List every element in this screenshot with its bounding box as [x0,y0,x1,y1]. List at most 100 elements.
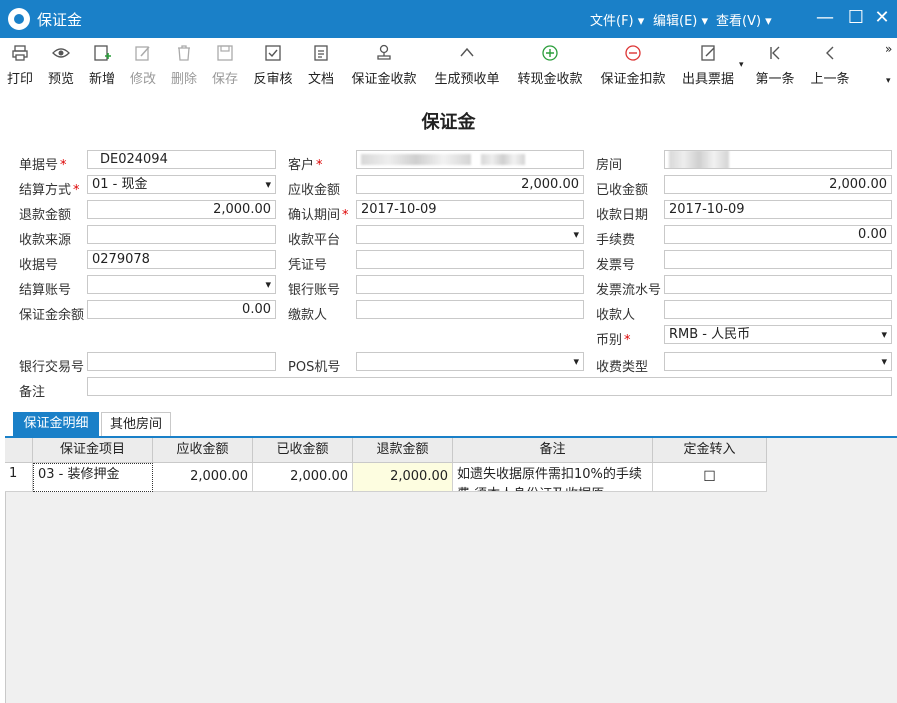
issue-receipt-button[interactable]: 出具票据 [679,44,737,90]
confirm-period-field[interactable]: 2017-10-09 [356,200,584,219]
close-icon[interactable]: ✕ [870,6,894,30]
pos-no-select[interactable] [356,352,584,371]
menu-file[interactable]: 文件(F) ▾ [590,10,644,29]
bank-account-label: 银行账号 [288,283,341,298]
menu-view[interactable]: 查看(V) ▾ [716,10,772,29]
settle-method-select[interactable]: 01 - 现金 [87,175,276,194]
grid-cell-receivable[interactable]: 2,000.00 [153,463,253,492]
currency-select[interactable]: RMB - 人民币 [664,325,892,344]
unaudit-button[interactable]: 反审核 [250,44,296,90]
save-icon [217,45,233,61]
prev-icon [826,46,834,60]
receivable-label: 应收金额 [288,183,341,198]
receive-platform-label: 收款平台 [288,233,341,248]
voucher-no-field[interactable] [356,250,584,269]
receive-source-field[interactable] [87,225,276,244]
toolbar-overflow-icon[interactable]: » [885,42,892,56]
receipt-no-field[interactable]: 0279078 [87,250,276,269]
invoice-serial-field[interactable] [664,275,892,294]
delete-button[interactable]: 删除 [168,44,200,90]
edit-icon [135,46,150,61]
doc-no-field[interactable]: DE024094 [87,150,276,169]
room-label: 房间 [596,158,623,173]
save-button[interactable]: 保存 [209,44,241,90]
bank-txn-label: 银行交易号 [19,360,85,375]
refund-label: 退款金额 [19,208,72,223]
col-header-transfer[interactable]: 定金转入 [653,438,767,463]
tab-other-rooms[interactable]: 其他房间 [101,412,171,436]
preview-button[interactable]: 预览 [45,44,77,90]
document-button[interactable]: 文档 [305,44,337,90]
received-label: 已收金额 [596,183,649,198]
grid-cell-remark[interactable]: 如遗失收据原件需扣10%的手续费,须本人身份证及收据原 [453,463,653,492]
tab-deposit-detail[interactable]: 保证金明细 [13,412,99,436]
col-header-item[interactable]: 保证金项目 [33,438,153,463]
minus-circle-icon [625,45,641,61]
settle-account-label: 结算账号 [19,283,72,298]
invoice-no-label: 发票号 [596,258,636,273]
fee-field[interactable]: 0.00 [664,225,892,244]
col-header-refund[interactable]: 退款金额 [353,438,453,463]
payer-label: 缴款人 [288,308,328,323]
receive-date-label: 收款日期 [596,208,649,223]
print-button[interactable]: 打印 [4,44,36,90]
deposit-balance-label: 保证金余额 [19,308,85,323]
bank-txn-field[interactable] [87,352,276,371]
previous-record-button[interactable]: 上一条 [809,44,851,90]
pos-no-label: POS机号 [288,360,341,375]
payee-field[interactable] [664,300,892,319]
issue-receipt-dropdown-icon[interactable]: ▾ [739,60,744,70]
grid-cell-received[interactable]: 2,000.00 [253,463,353,492]
grid-cell-refund[interactable]: 2,000.00 [353,463,453,492]
grid-cell-item[interactable]: 03 - 装修押金 [33,463,153,492]
to-cash-receive-button[interactable]: 转现金收款 [515,44,585,90]
settle-method-label: 结算方式 * [19,183,80,198]
customer-label: 客户 * [288,158,323,173]
fee-type-label: 收费类型 [596,360,649,375]
add-button[interactable]: 新增 [86,44,118,90]
document-icon [314,45,328,61]
fee-type-select[interactable] [664,352,892,371]
bank-account-field[interactable] [356,275,584,294]
grid-cell-transfer-checkbox[interactable]: ☐ [653,463,767,492]
menu-edit[interactable]: 编辑(E) ▾ [653,10,708,29]
room-field[interactable] [664,150,892,169]
confirm-period-label: 确认期间 * [288,208,349,223]
minimize-icon[interactable]: — [813,6,837,30]
col-header-remark[interactable]: 备注 [453,438,653,463]
invoice-serial-label: 发票流水号 [596,283,662,298]
form-title: 保证金 [421,112,476,133]
deposit-receive-button[interactable]: 保证金收款 [349,44,419,90]
customer-field[interactable] [356,150,584,169]
col-header-receivable[interactable]: 应收金额 [153,438,253,463]
window-title: 保证金 [37,11,83,29]
received-field[interactable]: 2,000.00 [664,175,892,194]
remark-field[interactable] [87,377,892,396]
receivable-field[interactable]: 2,000.00 [356,175,584,194]
deposit-deduct-button[interactable]: 保证金扣款 [598,44,668,90]
invoice-no-field[interactable] [664,250,892,269]
modify-button[interactable]: 修改 [127,44,159,90]
payer-field[interactable] [356,300,584,319]
settle-account-select[interactable] [87,275,276,294]
maximize-icon[interactable]: ☐ [844,6,868,30]
col-header-received[interactable]: 已收金额 [253,438,353,463]
add-doc-icon [94,45,111,61]
fee-label: 手续费 [596,233,636,248]
title-bar: 保证金 文件(F) ▾ 编辑(E) ▾ 查看(V) ▾ — ☐ ✕ [0,0,897,38]
receive-date-field[interactable]: 2017-10-09 [664,200,892,219]
toolbar-dropdown-icon[interactable]: ▾ [886,76,891,86]
deposit-balance-field[interactable]: 0.00 [87,300,276,319]
first-record-button[interactable]: 第一条 [754,44,796,90]
refund-field[interactable]: 2,000.00 [87,200,276,219]
print-icon [12,45,28,61]
currency-label: 币别 * [596,333,631,348]
doc-no-label: 单据号 * [19,158,67,173]
receipt-no-label: 收据号 [19,258,59,273]
receipt-icon [701,45,715,61]
app-logo-icon [8,8,30,30]
voucher-no-label: 凭证号 [288,258,328,273]
receive-platform-select[interactable] [356,225,584,244]
stamp-icon [377,44,391,60]
generate-prereceipt-button[interactable]: 生成预收单 [432,44,502,90]
